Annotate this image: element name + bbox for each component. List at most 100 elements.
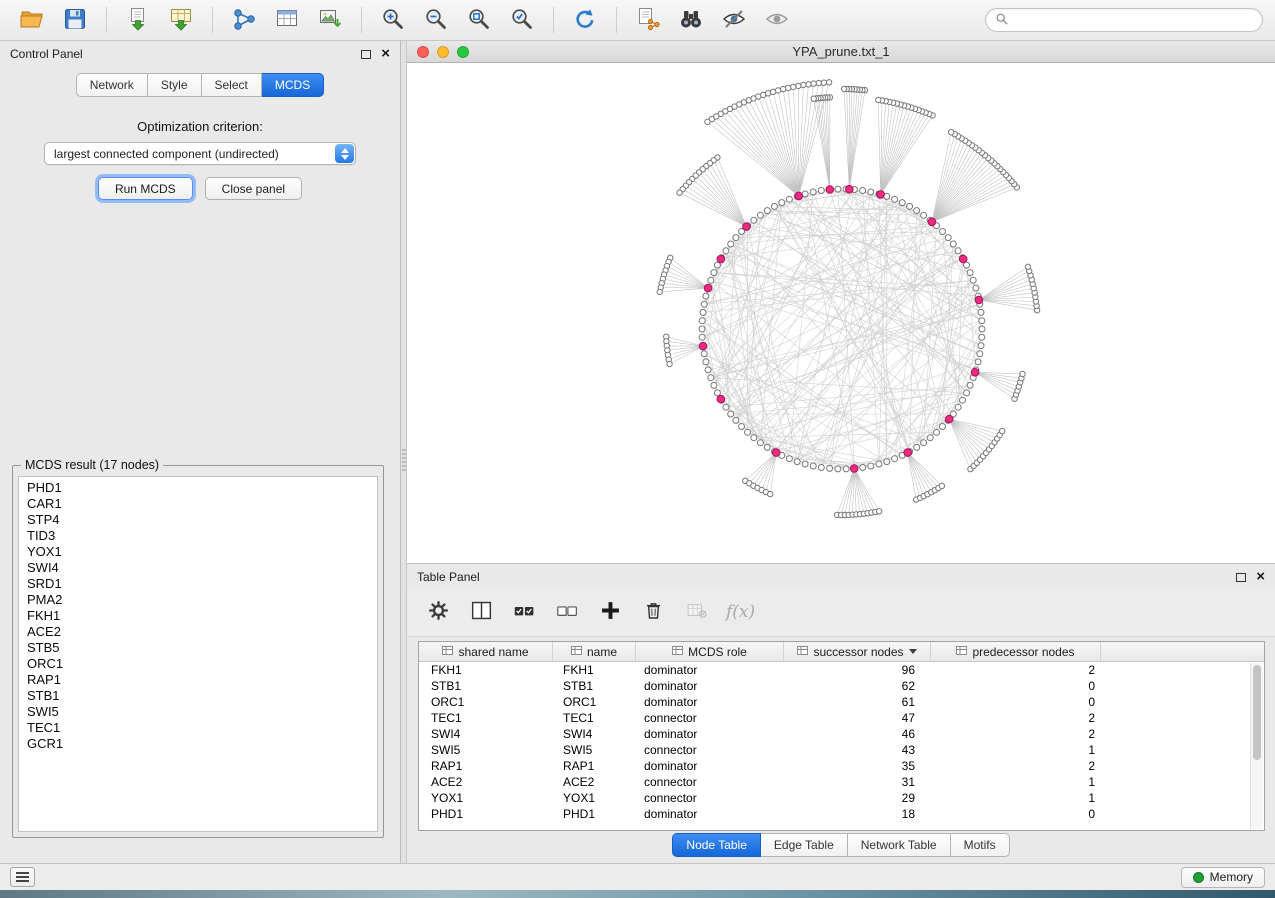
mcds-result-item[interactable]: TEC1 xyxy=(19,720,377,736)
menu-list-button[interactable] xyxy=(10,867,35,887)
toolbar-separator xyxy=(616,7,617,33)
table-cell: STB1 xyxy=(419,678,553,694)
mcds-result-item[interactable]: GCR1 xyxy=(19,736,377,752)
add-row-button[interactable] xyxy=(597,599,623,625)
import-table-file-button[interactable] xyxy=(161,4,201,36)
mcds-result-item[interactable]: SRD1 xyxy=(19,576,377,592)
refresh-layout-button[interactable] xyxy=(565,4,605,36)
tab-edge-table[interactable]: Edge Table xyxy=(761,833,848,857)
export-image-button[interactable] xyxy=(310,4,350,36)
import-network-file-button[interactable] xyxy=(118,4,158,36)
mcds-result-item[interactable]: PMA2 xyxy=(19,592,377,608)
search-input[interactable] xyxy=(1015,13,1253,27)
close-panel-icon[interactable]: × xyxy=(381,49,390,59)
tab-mcds[interactable]: MCDS xyxy=(262,73,324,97)
tab-select[interactable]: Select xyxy=(202,73,262,97)
minimize-window-icon[interactable] xyxy=(437,46,449,58)
zoom-fit-icon xyxy=(466,6,492,35)
column-sort-icon xyxy=(797,645,808,659)
new-table-button[interactable] xyxy=(267,4,307,36)
column-header-mcds-role[interactable]: MCDS role xyxy=(636,642,784,661)
mcds-result-item[interactable]: ACE2 xyxy=(19,624,377,640)
table-row[interactable]: TEC1TEC1connector472 xyxy=(419,710,1250,726)
deselect-all-button[interactable] xyxy=(554,599,580,625)
table-row[interactable]: RAP1RAP1dominator352 xyxy=(419,758,1250,774)
scrollbar-thumb[interactable] xyxy=(1253,665,1261,760)
mcds-result-item[interactable]: TID3 xyxy=(19,528,377,544)
table-row[interactable]: ACE2ACE2connector311 xyxy=(419,774,1250,790)
table-cell: PHD1 xyxy=(419,806,553,822)
table-cell: STB1 xyxy=(553,678,636,694)
open-session-button[interactable] xyxy=(12,4,52,36)
mcds-result-item[interactable]: SWI5 xyxy=(19,704,377,720)
search-box[interactable] xyxy=(985,8,1263,32)
find-button[interactable] xyxy=(671,4,711,36)
mcds-result-item[interactable]: STB1 xyxy=(19,688,377,704)
table-row[interactable]: YOX1YOX1connector291 xyxy=(419,790,1250,806)
mcds-result-item[interactable]: ORC1 xyxy=(19,656,377,672)
tab-node-table[interactable]: Node Table xyxy=(672,833,761,857)
binoculars-icon xyxy=(678,6,704,35)
criterion-value: largest connected component (undirected) xyxy=(54,147,279,161)
new-network-button[interactable] xyxy=(224,4,264,36)
tab-network[interactable]: Network xyxy=(76,73,148,97)
mcds-result-item[interactable]: CAR1 xyxy=(19,496,377,512)
run-mcds-button[interactable]: Run MCDS xyxy=(98,177,193,200)
mcds-result-item[interactable]: FKH1 xyxy=(19,608,377,624)
share-document-button[interactable] xyxy=(628,4,668,36)
open-folder-icon xyxy=(19,6,45,35)
mcds-result-item[interactable]: PHD1 xyxy=(19,480,377,496)
mcds-result-item[interactable]: SWI4 xyxy=(19,560,377,576)
eye-slash-icon xyxy=(721,6,747,35)
float-table-panel-icon[interactable] xyxy=(1236,573,1246,582)
tab-style[interactable]: Style xyxy=(148,73,202,97)
table-row[interactable]: STB1STB1dominator620 xyxy=(419,678,1250,694)
zoom-in-button[interactable] xyxy=(373,4,413,36)
table-row[interactable]: PHD1PHD1dominator180 xyxy=(419,806,1250,822)
network-graph[interactable] xyxy=(407,63,1275,563)
column-layout-button[interactable] xyxy=(468,599,494,625)
network-window-titlebar[interactable]: YPA_prune.txt_1 xyxy=(407,41,1275,63)
table-cell: dominator xyxy=(636,678,784,694)
tab-network-table[interactable]: Network Table xyxy=(848,833,951,857)
mcds-result-item[interactable]: YOX1 xyxy=(19,544,377,560)
table-cell: dominator xyxy=(636,758,784,774)
save-session-button[interactable] xyxy=(55,4,95,36)
table-settings-button[interactable] xyxy=(425,599,451,625)
float-panel-icon[interactable] xyxy=(361,50,371,59)
network-canvas[interactable] xyxy=(407,63,1275,563)
table-toolbar: f(x) xyxy=(407,588,1275,637)
mcds-result-item[interactable]: STP4 xyxy=(19,512,377,528)
criterion-dropdown[interactable]: largest connected component (undirected) xyxy=(44,142,356,165)
tab-motifs[interactable]: Motifs xyxy=(951,833,1010,857)
show-hide-annotations-button[interactable] xyxy=(714,4,754,36)
gear-icon xyxy=(427,599,450,625)
table-row[interactable]: ORC1ORC1dominator610 xyxy=(419,694,1250,710)
zoom-selected-button[interactable] xyxy=(502,4,542,36)
column-header-name[interactable]: name xyxy=(553,642,636,661)
mcds-result-item[interactable]: STB5 xyxy=(19,640,377,656)
table-cell: SWI5 xyxy=(553,742,636,758)
delete-row-button[interactable] xyxy=(640,599,666,625)
close-panel-button[interactable]: Close panel xyxy=(205,177,302,200)
zoom-out-button[interactable] xyxy=(416,4,456,36)
table-row[interactable]: FKH1FKH1dominator962 xyxy=(419,662,1250,678)
memory-label: Memory xyxy=(1210,870,1253,884)
table-cell: 35 xyxy=(784,758,931,774)
column-header-shared-name[interactable]: shared name xyxy=(419,642,553,661)
zoom-fit-button[interactable] xyxy=(459,4,499,36)
birds-eye-view-button[interactable] xyxy=(757,4,797,36)
maximize-window-icon[interactable] xyxy=(457,46,469,58)
table-cell: FKH1 xyxy=(419,662,553,678)
table-row[interactable]: SWI5SWI5connector431 xyxy=(419,742,1250,758)
column-header-successor-nodes[interactable]: successor nodes xyxy=(784,642,931,661)
select-all-button[interactable] xyxy=(511,599,537,625)
memory-button[interactable]: Memory xyxy=(1181,867,1265,888)
mcds-result-item[interactable]: RAP1 xyxy=(19,672,377,688)
table-row[interactable]: SWI4SWI4dominator462 xyxy=(419,726,1250,742)
table-scrollbar[interactable] xyxy=(1250,663,1263,829)
close-window-icon[interactable] xyxy=(417,46,429,58)
mcds-result-list[interactable]: PHD1CAR1STP4TID3YOX1SWI4SRD1PMA2FKH1ACE2… xyxy=(18,476,378,832)
close-table-panel-icon[interactable]: × xyxy=(1256,572,1265,582)
column-header-predecessor-nodes[interactable]: predecessor nodes xyxy=(931,642,1101,661)
